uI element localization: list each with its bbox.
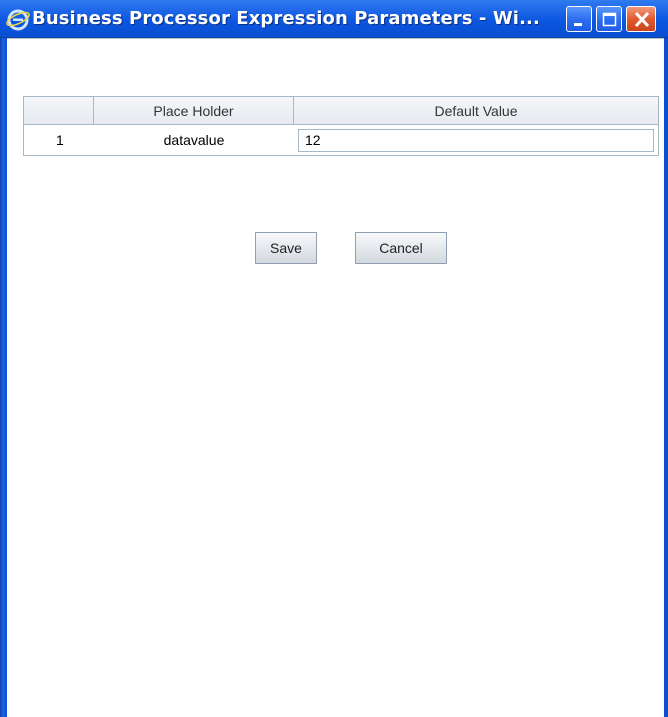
dialog-content: Place Holder Default Value 1 datavalue S… [7, 38, 664, 717]
column-header-default-value[interactable]: Default Value [294, 97, 658, 124]
table-header: Place Holder Default Value [24, 97, 658, 125]
maximize-button[interactable] [596, 6, 622, 32]
minimize-icon [574, 23, 582, 26]
column-header-place-holder[interactable]: Place Holder [94, 97, 294, 124]
window-title: Business Processor Expression Parameters… [32, 8, 540, 29]
internet-explorer-icon [6, 9, 30, 31]
close-button[interactable] [626, 6, 656, 32]
column-header-index [24, 97, 94, 124]
title-bar[interactable]: Business Processor Expression Parameters… [0, 0, 668, 38]
minimize-button[interactable] [566, 6, 592, 32]
dialog-window: Business Processor Expression Parameters… [0, 0, 668, 717]
default-value-input[interactable] [298, 128, 654, 152]
save-button[interactable]: Save [255, 232, 317, 264]
close-icon [634, 11, 650, 28]
table-row: 1 datavalue [24, 125, 658, 155]
default-value-cell [294, 125, 658, 155]
window-frame-left [0, 38, 7, 717]
cancel-button[interactable]: Cancel [355, 232, 447, 264]
row-index: 1 [56, 132, 64, 148]
parameters-table: Place Holder Default Value 1 datavalue [23, 96, 659, 156]
maximize-icon [602, 12, 617, 27]
window-frame-right [664, 38, 668, 717]
place-holder-cell: datavalue [163, 132, 225, 148]
